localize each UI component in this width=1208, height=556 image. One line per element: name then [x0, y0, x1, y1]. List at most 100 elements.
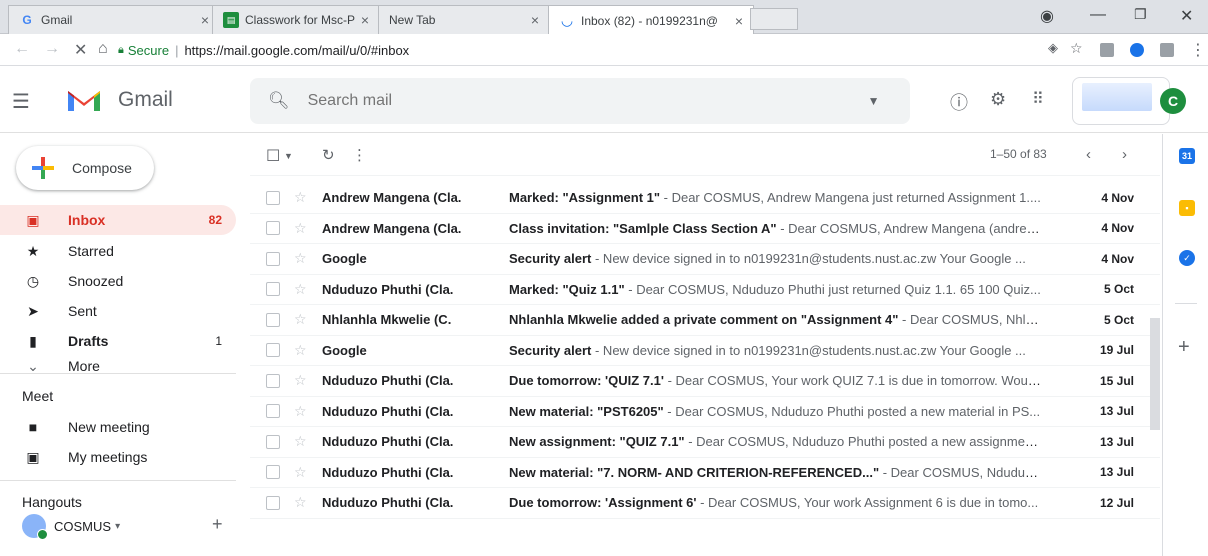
browser-tab-newtab[interactable]: New Tab ×	[378, 5, 550, 34]
message-date: 19 Jul	[1099, 343, 1134, 358]
browser-tab-bar: G Gmail × ▤ Classwork for Msc-PST 6 × Ne…	[0, 0, 1208, 35]
row-checkbox[interactable]	[266, 312, 280, 327]
extension-icon[interactable]	[1130, 43, 1144, 57]
table-row[interactable]: ☆ Nduduzo Phuthi (Cla. Due tomorrow: 'Assi…	[250, 488, 1160, 519]
select-all-checkbox[interactable]: ☐	[266, 146, 280, 166]
bookmark-star-icon[interactable]: ☆	[1070, 40, 1083, 57]
table-row[interactable]: ☆ Nduduzo Phuthi (Cla. Due tomorrow: 'QUIZ…	[250, 366, 1160, 397]
close-tab-icon[interactable]: ×	[201, 12, 209, 28]
select-dropdown-icon[interactable]: ▼	[284, 151, 293, 161]
new-tab-button[interactable]	[750, 8, 798, 30]
sidebar-item-drafts[interactable]: ▮ Drafts 1	[0, 326, 236, 356]
search-icon[interactable]: 🔍︎	[268, 91, 290, 111]
row-checkbox[interactable]	[266, 434, 280, 449]
table-row[interactable]: ☆ Andrew Mangena (Cla. Class invitation: "…	[250, 214, 1160, 244]
search-bar[interactable]: 🔍︎ ▼	[250, 78, 910, 124]
star-icon[interactable]: ☆	[294, 281, 307, 298]
table-row[interactable]: ☆ Nhlanhla Mkwelie (C. Nhlanhla Mkwelie ad…	[250, 305, 1160, 336]
sidebar-item-inbox[interactable]: ▣ Inbox 82	[0, 205, 236, 235]
row-checkbox[interactable]	[266, 495, 280, 510]
sidebar-item-more[interactable]: ⌄ More	[0, 356, 236, 372]
message-date: 13 Jul	[1099, 465, 1134, 480]
gmail-logo-text[interactable]: Gmail	[118, 88, 173, 112]
profile-icon[interactable]: ◉	[1040, 6, 1054, 26]
table-row[interactable]: ☆ Nduduzo Phuthi (Cla. Marked: "Quiz 1.1" …	[250, 275, 1160, 305]
browser-tab-classroom[interactable]: ▤ Classwork for Msc-PST 6 ×	[212, 5, 380, 34]
main-menu-icon[interactable]: ☰	[12, 89, 30, 114]
row-checkbox[interactable]	[266, 221, 280, 236]
extension-icon[interactable]	[1100, 43, 1114, 57]
sidebar-item-snoozed[interactable]: ◷ Snoozed	[0, 266, 236, 296]
browser-menu-icon[interactable]: ⋮	[1190, 40, 1206, 60]
stop-icon[interactable]: ✕	[74, 40, 87, 60]
star-icon[interactable]: ☆	[294, 464, 307, 481]
star-icon[interactable]: ☆	[294, 220, 307, 237]
sidebar-item-starred[interactable]: ★ Starred	[0, 236, 236, 266]
browser-tab-gmail[interactable]: G Gmail ×	[8, 5, 220, 34]
compose-button[interactable]: Compose	[16, 146, 154, 190]
table-row[interactable]: ☆ Nduduzo Phuthi (Cla. New assignment: "QU…	[250, 427, 1160, 458]
gmail-logo-icon[interactable]	[66, 87, 102, 113]
account-avatar[interactable]: C	[1160, 88, 1186, 114]
row-checkbox[interactable]	[266, 465, 280, 480]
star-icon[interactable]: ☆	[294, 494, 307, 511]
row-checkbox[interactable]	[266, 404, 280, 419]
keep-addon-icon[interactable]: ▪	[1179, 200, 1195, 216]
meet-item-label: My meetings	[68, 449, 148, 465]
row-checkbox[interactable]	[266, 373, 280, 388]
newer-page-icon[interactable]: ‹	[1086, 146, 1091, 163]
star-icon[interactable]: ☆	[294, 433, 307, 450]
back-icon[interactable]: ←	[14, 40, 30, 58]
star-icon[interactable]: ☆	[294, 342, 307, 359]
search-options-icon[interactable]: ▼	[868, 94, 880, 108]
browser-tab-inbox[interactable]: ◡ Inbox (82) - n0199231n@ ×	[548, 5, 754, 35]
scrollbar-thumb[interactable]	[1150, 318, 1160, 430]
row-checkbox[interactable]	[266, 251, 280, 266]
table-row[interactable]: ☆ Nduduzo Phuthi (Cla. New material: "7. N…	[250, 458, 1160, 488]
restore-icon[interactable]: ❐	[1134, 6, 1147, 23]
forward-icon[interactable]: →	[44, 40, 60, 58]
table-row[interactable]: ☆ Google Security alert - New device signe…	[250, 244, 1160, 275]
minimize-icon[interactable]: —	[1090, 6, 1106, 24]
row-checkbox[interactable]	[266, 343, 280, 358]
apps-grid-icon[interactable]: ⠿	[1032, 89, 1044, 109]
close-tab-icon[interactable]: ×	[735, 13, 743, 29]
home-icon[interactable]: ⌂	[98, 40, 108, 58]
meet-new-meeting[interactable]: ■ New meeting	[0, 412, 236, 442]
extension-icon[interactable]	[1160, 43, 1174, 57]
search-input[interactable]	[307, 92, 828, 110]
message-date: 12 Jul	[1099, 495, 1134, 510]
sidebar-item-label: Snoozed	[68, 273, 124, 289]
older-page-icon[interactable]: ›	[1122, 146, 1127, 163]
url-field[interactable]: 🔒︎ Secure | https://mail.google.com/mail…	[118, 39, 1038, 61]
sender-name: Nduduzo Phuthi (Cla.	[322, 495, 454, 511]
row-checkbox[interactable]	[266, 190, 280, 205]
table-row[interactable]: ☆ Andrew Mangena (Cla. Marked: "Assignment…	[250, 183, 1160, 214]
help-icon[interactable]: ⓘ	[950, 89, 968, 115]
settings-gear-icon[interactable]: ⚙	[990, 89, 1006, 110]
table-row[interactable]: ☆ Google Security alert - New device signe…	[250, 336, 1160, 366]
row-checkbox[interactable]	[266, 282, 280, 297]
close-window-icon[interactable]: ✕	[1180, 6, 1193, 26]
sidebar-item-sent[interactable]: ➤ Sent	[0, 296, 236, 326]
close-tab-icon[interactable]: ×	[531, 12, 539, 28]
star-icon[interactable]: ☆	[294, 189, 307, 206]
more-actions-icon[interactable]: ⋮	[352, 146, 367, 164]
tab-title: Inbox (82) - n0199231n@	[581, 13, 718, 28]
star-icon[interactable]: ☆	[294, 250, 307, 267]
status-dropdown-icon[interactable]: ▾	[115, 521, 120, 532]
refresh-icon[interactable]: ↻	[322, 146, 335, 164]
meet-my-meetings[interactable]: ▣ My meetings	[0, 442, 236, 472]
hangouts-user[interactable]: COSMUS ▾	[22, 514, 120, 540]
close-tab-icon[interactable]: ×	[361, 12, 369, 28]
calendar-addon-icon[interactable]: 31	[1179, 148, 1195, 164]
star-icon[interactable]: ☆	[294, 372, 307, 389]
eye-icon[interactable]: ◈	[1048, 40, 1058, 56]
star-icon[interactable]: ☆	[294, 403, 307, 420]
star-icon[interactable]: ☆	[294, 311, 307, 328]
new-conversation-plus-icon[interactable]: +	[212, 514, 223, 535]
message-content: Due tomorrow: 'Assignment 6' - Dear COSM…	[509, 495, 1041, 510]
tasks-addon-icon[interactable]: ✓	[1179, 250, 1195, 266]
table-row[interactable]: ☆ Nduduzo Phuthi (Cla. New material: "PST6…	[250, 397, 1160, 427]
get-addons-plus-icon[interactable]: +	[1178, 336, 1190, 359]
